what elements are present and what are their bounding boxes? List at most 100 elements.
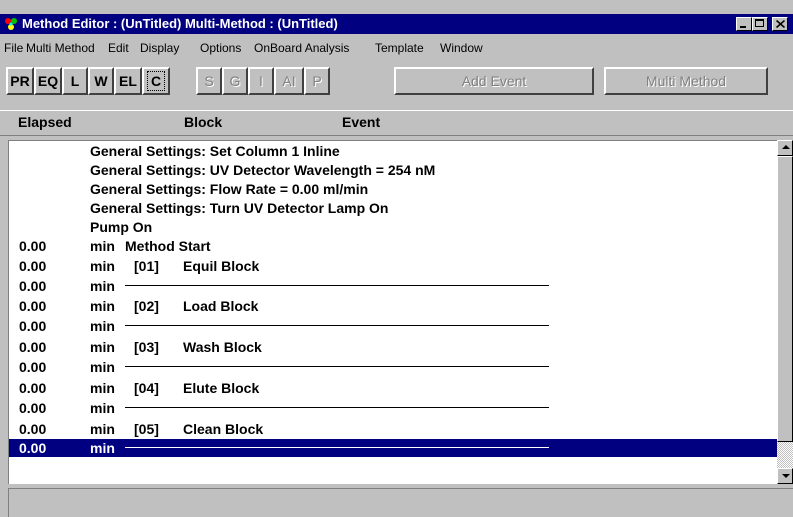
close-button[interactable] [772, 17, 788, 31]
separator-line [125, 366, 549, 367]
separator-line [125, 285, 549, 286]
l-button[interactable]: L [62, 67, 88, 95]
menu-file[interactable]: File [4, 41, 23, 55]
time-unit: min [90, 258, 115, 274]
event-text: Elute Block [183, 380, 260, 396]
eq-button[interactable]: EQ [34, 67, 62, 95]
event-text: Wash Block [183, 339, 262, 355]
list-item[interactable]: 0.00 min [03] Wash Block [9, 338, 777, 356]
time-unit: min [90, 318, 115, 334]
list-item[interactable]: 0.00 min [04] Elute Block [9, 379, 777, 397]
elapsed-time: 0.00 [19, 421, 47, 437]
block-number: [04] [134, 380, 159, 396]
i-button[interactable]: I [248, 67, 274, 95]
maximize-button[interactable] [752, 17, 768, 31]
separator-line [125, 325, 549, 326]
list-item[interactable]: General Settings: Flow Rate = 0.00 ml/mi… [9, 180, 777, 198]
scroll-down-arrow-icon [782, 474, 790, 478]
time-unit: min [90, 278, 115, 294]
vertical-scrollbar[interactable] [777, 140, 793, 484]
time-unit: min [90, 238, 115, 254]
list-item[interactable]: 0.00 min [9, 317, 777, 335]
minimize-button[interactable] [736, 17, 752, 31]
app-icon[interactable] [3, 16, 19, 32]
list-item[interactable]: General Settings: UV Detector Wavelength… [9, 161, 777, 179]
list-item[interactable]: 0.00 min [9, 277, 777, 295]
list-item[interactable]: Pump On [9, 218, 777, 236]
event-text: Clean Block [183, 421, 264, 437]
elapsed-time: 0.00 [19, 258, 47, 274]
elapsed-time: 0.00 [19, 400, 47, 416]
menu-template[interactable]: Template [375, 41, 424, 55]
settings-text: General Settings: Turn UV Detector Lamp … [90, 200, 389, 216]
p-button[interactable]: P [304, 67, 330, 95]
list-item[interactable]: 0.00 min [01] Equil Block [9, 257, 777, 275]
c-button-label: C [146, 71, 166, 91]
add-event-button[interactable]: Add Event [394, 67, 594, 95]
settings-text: General Settings: Set Column 1 Inline [90, 143, 340, 159]
elapsed-time: 0.00 [19, 318, 47, 334]
menu-window[interactable]: Window [440, 41, 483, 55]
elapsed-time: 0.00 [19, 380, 47, 396]
time-unit: min [90, 298, 115, 314]
scroll-thumb[interactable] [777, 156, 793, 442]
time-unit: min [90, 380, 115, 396]
list-item[interactable]: General Settings: Set Column 1 Inline [9, 142, 777, 160]
scroll-up-button[interactable] [777, 140, 793, 156]
settings-text: General Settings: Flow Rate = 0.00 ml/mi… [90, 181, 369, 197]
list-item[interactable]: 0.00 min [9, 399, 777, 417]
el-button[interactable]: EL [114, 67, 142, 95]
w-button[interactable]: W [88, 67, 114, 95]
separator-line [125, 447, 549, 448]
maximize-icon [755, 19, 764, 27]
block-number: [05] [134, 421, 159, 437]
scroll-down-button[interactable] [777, 468, 793, 484]
block-number: [02] [134, 298, 159, 314]
separator-line [125, 407, 549, 408]
list-item[interactable]: 0.00 min [05] Clean Block [9, 420, 777, 438]
time-unit: min [90, 359, 115, 375]
menu-options[interactable]: Options [200, 41, 241, 55]
time-unit: min [90, 339, 115, 355]
block-number: [01] [134, 258, 159, 274]
multi-method-button[interactable]: Multi Method [604, 67, 768, 95]
c-button[interactable]: C [142, 67, 170, 95]
list-item[interactable]: 0.00 min Method Start [9, 237, 777, 255]
minimize-icon [740, 26, 746, 28]
status-bar [8, 488, 793, 517]
method-editor-window: Method Editor : (UnTitled) Multi-Method … [0, 0, 793, 517]
settings-text: General Settings: UV Detector Wavelength… [90, 162, 436, 178]
scroll-up-arrow-icon [782, 145, 790, 149]
settings-text: Pump On [90, 219, 153, 235]
g-button[interactable]: G [222, 67, 248, 95]
menu-display[interactable]: Display [140, 41, 179, 55]
time-unit: min [90, 440, 115, 456]
elapsed-time: 0.00 [19, 359, 47, 375]
event-text: Equil Block [183, 258, 260, 274]
column-header: Elapsed Block Event [0, 110, 793, 136]
elapsed-time: 0.00 [19, 278, 47, 294]
column-elapsed[interactable]: Elapsed [18, 114, 72, 130]
column-event[interactable]: Event [342, 114, 380, 130]
list-item[interactable]: General Settings: Turn UV Detector Lamp … [9, 199, 777, 217]
elapsed-time: 0.00 [19, 339, 47, 355]
list-item[interactable]: 0.00 min [9, 358, 777, 376]
block-number: [03] [134, 339, 159, 355]
list-item[interactable]: 0.00 min [02] Load Block [9, 297, 777, 315]
elapsed-time: 0.00 [19, 440, 47, 456]
s-button[interactable]: S [196, 67, 222, 95]
column-block[interactable]: Block [184, 114, 222, 130]
event-text: Load Block [183, 298, 259, 314]
menu-onboard-analysis[interactable]: OnBoard Analysis [254, 41, 349, 55]
list-item-selected[interactable]: 0.00 min [9, 439, 777, 457]
time-unit: min [90, 400, 115, 416]
ai-button[interactable]: AI [274, 67, 304, 95]
menu-edit[interactable]: Edit [108, 41, 129, 55]
event-text: Method Start [125, 238, 211, 254]
close-icon [776, 20, 785, 28]
pr-button[interactable]: PR [6, 67, 34, 95]
time-unit: min [90, 421, 115, 437]
title-bar[interactable]: Method Editor : (UnTitled) Multi-Method … [0, 14, 793, 34]
menu-multi-method[interactable]: Multi Method [26, 41, 95, 55]
event-list[interactable]: General Settings: Set Column 1 Inline Ge… [8, 140, 777, 484]
